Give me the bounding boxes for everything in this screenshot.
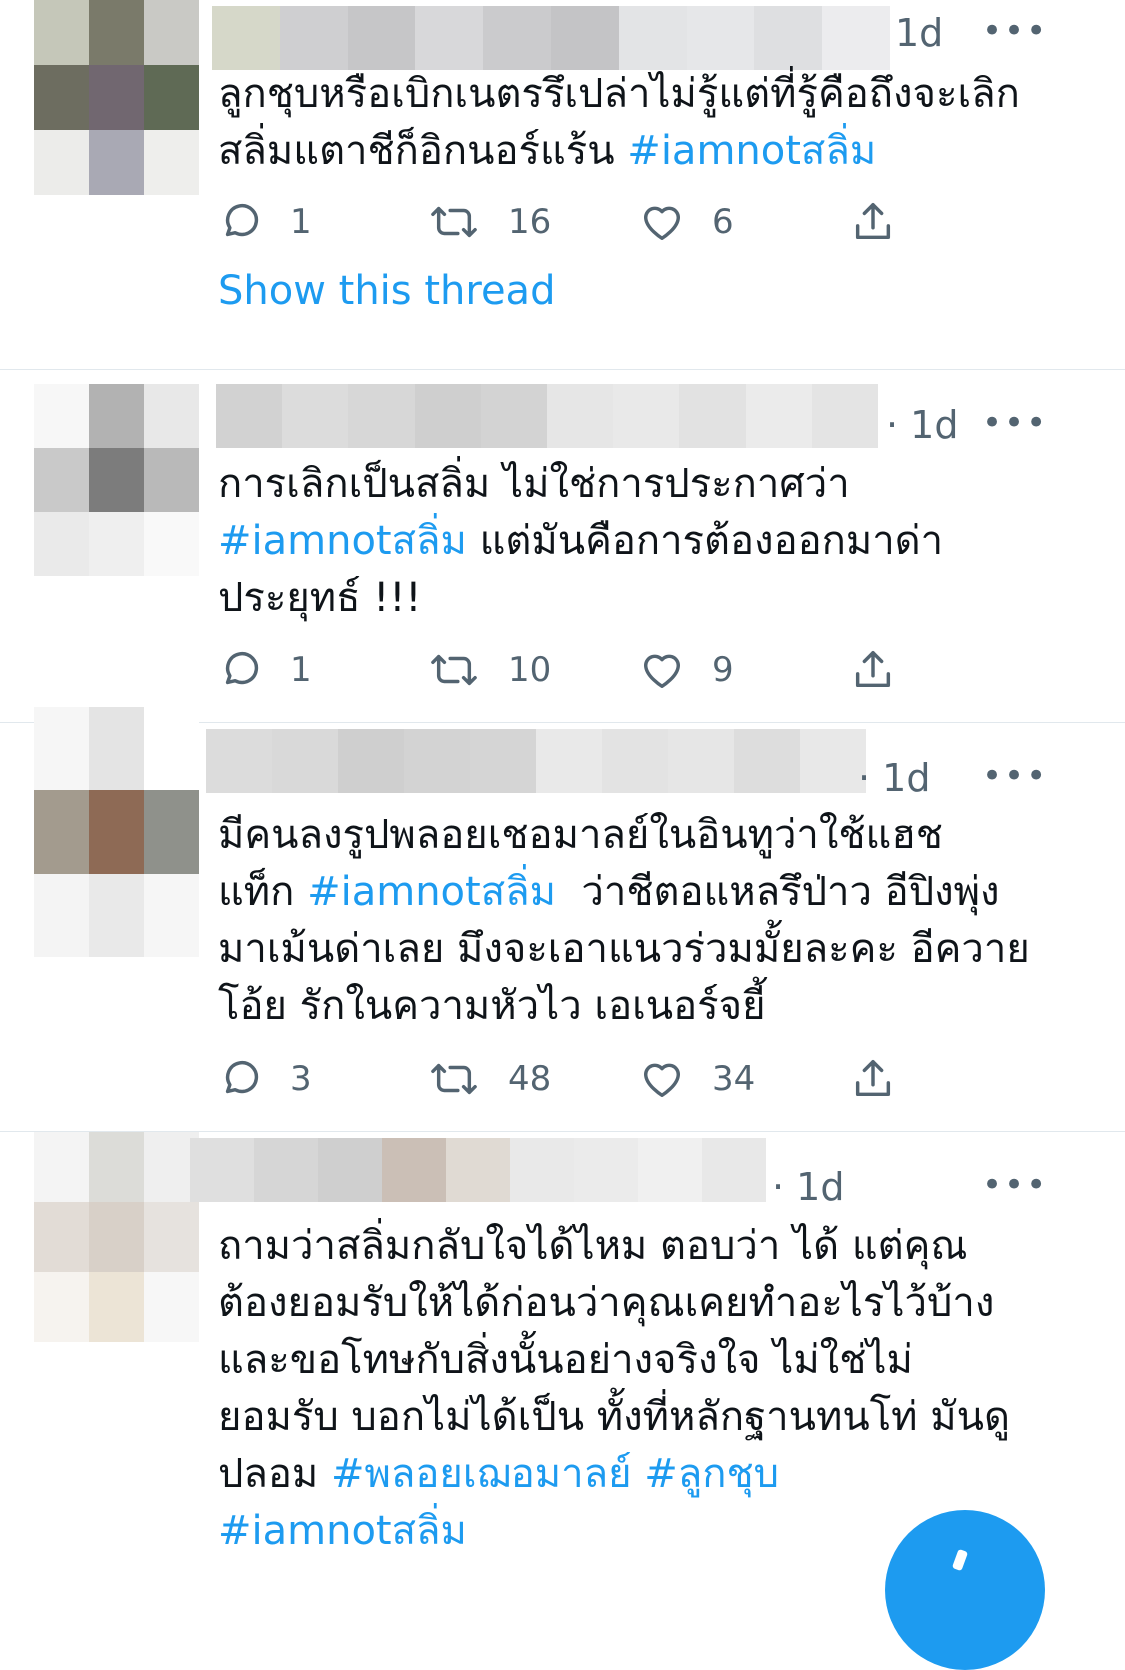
tweet-text: มีคนลงรูปพลอยเชอมาลย์ในอินทูว่าใช้แฮชแท็… (218, 807, 1078, 1035)
tweet-text-line: ยอมรับ บอกไม่ได้เป็น ทั้งที่หลักฐานทนโท่… (218, 1389, 1078, 1446)
reply-icon (218, 1056, 264, 1102)
tweet-text-segment: ต้องยอมรับให้ได้ก่อนว่าคุณเคยทำอะไรไว้บ้… (218, 1280, 995, 1326)
tweet-text-segment: สลิ่มแตาชีก็อิกนอร์แร้น (218, 128, 628, 174)
tweet-text-line: การเลิกเป็นสลิ่ม ไม่ใช่การประกาศว่า (218, 456, 1078, 513)
tweet-text-line: โอ้ย รักในความหัวไว เอเนอร์จยี้ (218, 978, 1078, 1035)
retweet-button[interactable]: 10 (426, 642, 551, 698)
retweet-count: 10 (508, 650, 552, 690)
tweet-text-line: มาเม้นด่าเลย มึงจะเอาแนวร่วมมั้ยละคะ อีค… (218, 921, 1078, 978)
tweet-text-segment: ว่าชีตอแหลรึป่าว อีปิงพุ่ง (556, 869, 1000, 915)
tweet-text-segment: ถามว่าสลิ่มกลับใจได้ไหม ตอบว่า ได้ แต่คุ… (218, 1223, 968, 1269)
tweet-text-line: ประยุทธ์ !!! (218, 570, 1078, 627)
tweet-actions: 1 16 6 (218, 194, 918, 250)
tweet-text-segment: โอ้ย รักในความหัวไว เอเนอร์จยี้ (218, 983, 766, 1029)
tweet-timestamp[interactable]: 1d (895, 14, 943, 52)
reply-button[interactable]: 1 (218, 194, 312, 250)
avatar[interactable] (34, 0, 199, 195)
tweet-text-line: แท็ก #iamnotสลิ่ม ว่าชีตอแหลรึป่าว อีปิง… (218, 864, 1078, 921)
tweet-text-line: สลิ่มแตาชีก็อิกนอร์แร้น #iamnotสลิ่ม (218, 123, 1078, 180)
like-count: 9 (712, 650, 734, 690)
retweet-count: 48 (508, 1059, 552, 1099)
retweet-button[interactable]: 48 (426, 1051, 551, 1107)
heart-icon (638, 1056, 686, 1102)
tweet-text-segment: การเลิกเป็นสลิ่ม ไม่ใช่การประกาศว่า (218, 461, 850, 507)
tweet-text: ถามว่าสลิ่มกลับใจได้ไหม ตอบว่า ได้ แต่คุ… (218, 1218, 1078, 1560)
like-button[interactable]: 9 (638, 642, 734, 698)
more-horizontal-icon[interactable]: ••• (982, 406, 1048, 440)
redacted-username (216, 384, 879, 448)
tweet-text-segment: และขอโทษกับสิ่งนั้นอย่างจริงใจ ไม่ใช่ไม่ (218, 1337, 913, 1383)
tweet-3[interactable]: · 1d ••• มีคนลงรูปพลอยเชอมาลย์ในอินทูว่า… (0, 707, 1125, 1131)
tweet-text-segment: แต่มันคือการต้องออกมาด่า (466, 518, 944, 564)
tweet-text-line: #iamnotสลิ่ม แต่มันคือการต้องออกมาด่า (218, 513, 1078, 570)
hashtag-link[interactable]: #iamnotสลิ่ม (218, 518, 467, 564)
reply-count: 1 (290, 202, 312, 242)
tweet-text-line: ลูกชุบหรือเบิกเนตรรึเปล่าไม่รู้แต่ที่รู้… (218, 66, 1078, 123)
avatar[interactable] (34, 1132, 199, 1342)
hashtag-link[interactable]: #iamnotสลิ่ม (307, 869, 556, 915)
tweet-text-line: ถามว่าสลิ่มกลับใจได้ไหม ตอบว่า ได้ แต่คุ… (218, 1218, 1078, 1275)
tweet-text-segment: ลูกชุบหรือเบิกเนตรรึเปล่าไม่รู้แต่ที่รู้… (218, 71, 1020, 117)
reply-icon (218, 199, 264, 245)
share-icon (850, 647, 896, 693)
tweet-text: ลูกชุบหรือเบิกเนตรรึเปล่าไม่รู้แต่ที่รู้… (218, 66, 1078, 180)
tweet-text-segment: ยอมรับ บอกไม่ได้เป็น ทั้งที่หลักฐานทนโท่… (218, 1394, 1010, 1440)
more-horizontal-icon[interactable]: ••• (982, 759, 1048, 793)
retweet-count: 16 (508, 202, 552, 242)
tweet-text-segment (632, 1451, 645, 1497)
retweet-icon (426, 1056, 482, 1102)
tweet-2[interactable]: · 1d ••• การเลิกเป็นสลิ่ม ไม่ใช่การประกา… (0, 370, 1125, 722)
share-button[interactable] (850, 194, 896, 250)
compose-icon (951, 1548, 969, 1572)
retweet-icon (426, 199, 482, 245)
like-button[interactable]: 34 (638, 1051, 755, 1107)
reply-icon (218, 647, 264, 693)
tweet-timestamp[interactable]: · 1d (772, 1168, 844, 1206)
reply-count: 1 (290, 650, 312, 690)
hashtag-link[interactable]: #พลอยเฌอมาลย์ (331, 1451, 632, 1497)
tweet-text-segment: ประยุทธ์ !!! (218, 575, 422, 621)
reply-button[interactable]: 1 (218, 642, 312, 698)
redacted-username (190, 1138, 766, 1202)
more-horizontal-icon[interactable]: ••• (982, 1168, 1048, 1202)
like-count: 6 (712, 202, 734, 242)
tweet-text-line: ปลอม #พลอยเฌอมาลย์ #ลูกชุบ (218, 1446, 1078, 1503)
tweet-text-segment: แท็ก (218, 869, 308, 915)
redacted-username (212, 6, 890, 70)
tweet-1[interactable]: 1d ••• ลูกชุบหรือเบิกเนตรรึเปล่าไม่รู้แต… (0, 0, 1125, 370)
hashtag-link[interactable]: #ลูกชุบ (644, 1451, 779, 1497)
share-button[interactable] (850, 642, 896, 698)
compose-tweet-button[interactable] (885, 1510, 1045, 1670)
tweet-actions: 3 48 34 (218, 1051, 918, 1107)
retweet-icon (426, 647, 482, 693)
retweet-button[interactable]: 16 (426, 194, 551, 250)
avatar[interactable] (34, 384, 199, 576)
tweet-text-segment: ปลอม (218, 1451, 332, 1497)
reply-count: 3 (290, 1059, 312, 1099)
like-button[interactable]: 6 (638, 194, 734, 250)
heart-icon (638, 199, 686, 245)
tweet-timestamp[interactable]: · 1d (886, 406, 958, 444)
hashtag-link[interactable]: #iamnotสลิ่ม (627, 128, 876, 174)
show-thread-link[interactable]: Show this thread (218, 268, 555, 314)
avatar[interactable] (34, 707, 199, 957)
share-icon (850, 199, 896, 245)
share-icon (850, 1056, 896, 1102)
tweet-text-line: มีคนลงรูปพลอยเชอมาลย์ในอินทูว่าใช้แฮช (218, 807, 1078, 864)
share-button[interactable] (850, 1051, 896, 1107)
tweet-text-segment: มาเม้นด่าเลย มึงจะเอาแนวร่วมมั้ยละคะ อีค… (218, 926, 1030, 972)
more-horizontal-icon[interactable]: ••• (982, 14, 1048, 48)
hashtag-link[interactable]: #iamnotสลิ่ม (218, 1508, 467, 1554)
tweet-text-line: และขอโทษกับสิ่งนั้นอย่างจริงใจ ไม่ใช่ไม่ (218, 1332, 1078, 1389)
tweet-text-segment: มีคนลงรูปพลอยเชอมาลย์ในอินทูว่าใช้แฮช (218, 812, 943, 858)
like-count: 34 (712, 1059, 756, 1099)
tweet-timestamp[interactable]: · 1d (858, 759, 930, 797)
tweet-text-line: ต้องยอมรับให้ได้ก่อนว่าคุณเคยทำอะไรไว้บ้… (218, 1275, 1078, 1332)
heart-icon (638, 647, 686, 693)
reply-button[interactable]: 3 (218, 1051, 312, 1107)
redacted-username (206, 729, 866, 793)
tweet-actions: 1 10 9 (218, 642, 918, 698)
tweet-text: การเลิกเป็นสลิ่ม ไม่ใช่การประกาศว่า #iamn… (218, 456, 1078, 627)
